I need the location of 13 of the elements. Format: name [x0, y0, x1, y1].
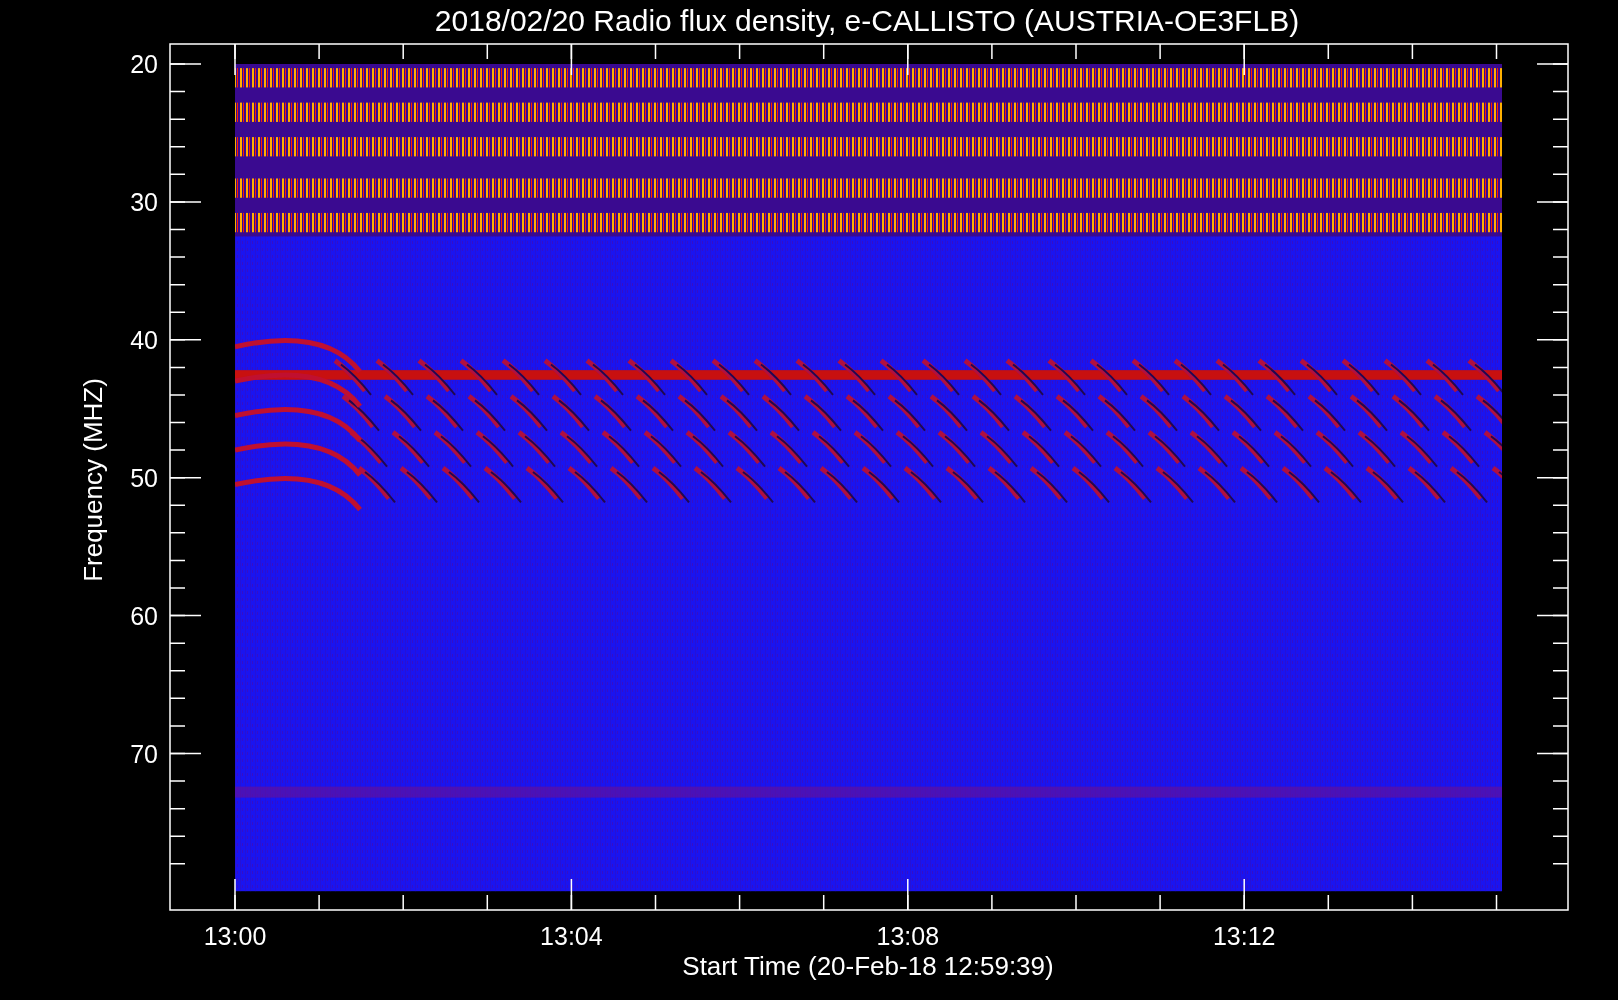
- x-tick-label: 13:08: [876, 922, 940, 950]
- y-axis-label: Frequency (MHZ): [78, 378, 108, 582]
- y-tick-label: 70: [130, 739, 158, 768]
- y-tick-label: 30: [130, 187, 158, 216]
- chart-title: 2018/02/20 Radio flux density, e-CALLISTO (AUSTRIA-OE3FLB): [434, 4, 1300, 37]
- x-tick-label: 13:12: [1212, 922, 1276, 950]
- x-tick-label: 13:04: [540, 922, 603, 950]
- x-axis-label: Start Time (20-Feb-18 12:59:39): [682, 951, 1054, 981]
- y-tick-label: 50: [130, 463, 158, 492]
- y-tick-label: 40: [130, 325, 158, 354]
- y-tick-label: 20: [130, 50, 158, 78]
- x-tick-label: 13:00: [203, 922, 267, 950]
- y-tick-label: 60: [130, 601, 158, 630]
